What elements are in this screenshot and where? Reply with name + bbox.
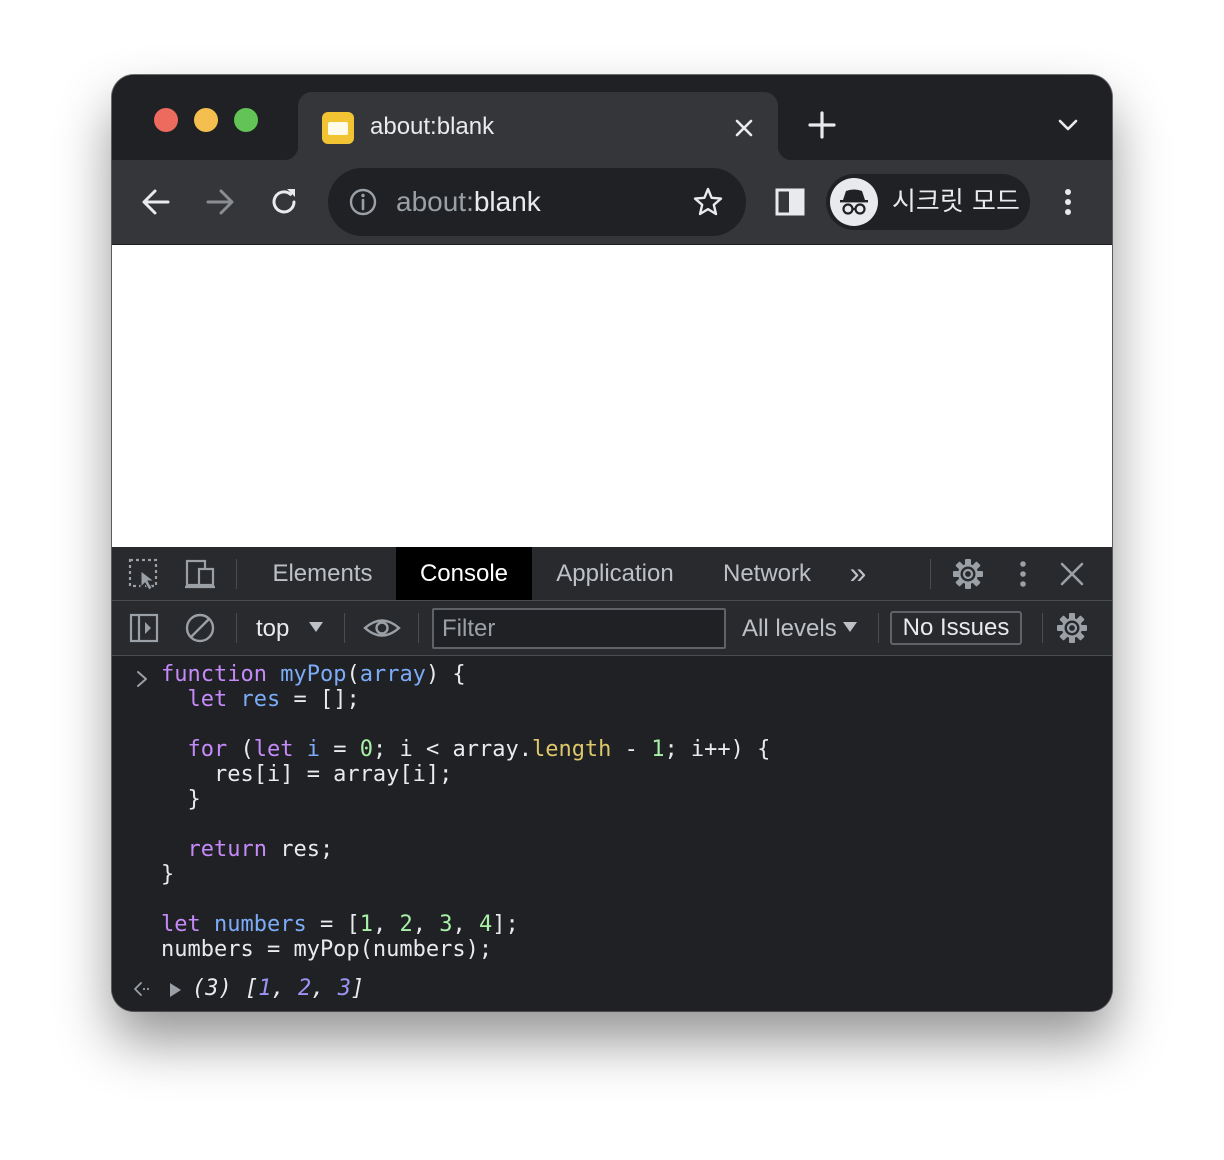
separator: [236, 613, 237, 643]
caret-down-icon: [309, 622, 323, 632]
log-levels-label: All levels: [742, 615, 837, 642]
separator: [878, 613, 879, 643]
close-icon[interactable]: [732, 116, 756, 140]
more-vert-icon[interactable]: [1050, 184, 1086, 220]
back-arrow-icon[interactable]: [138, 184, 174, 220]
filter-input[interactable]: [432, 608, 726, 649]
reload-icon[interactable]: [266, 184, 302, 220]
eye-icon[interactable]: [362, 611, 402, 645]
tab-title: about:blank: [370, 113, 495, 140]
code-line: return res;: [187, 837, 334, 862]
page-content: [112, 245, 1112, 547]
separator: [930, 559, 931, 589]
plus-icon[interactable]: [806, 109, 838, 141]
tab-console[interactable]: Console: [396, 547, 532, 600]
info-icon[interactable]: [348, 187, 378, 217]
separator: [344, 613, 345, 643]
address-text: about:blank: [396, 186, 541, 217]
incognito-icon: [830, 178, 878, 226]
close-icon[interactable]: [1055, 557, 1089, 591]
tab-application[interactable]: Application: [532, 547, 698, 600]
console-toolbar: top All levels No Issues: [112, 601, 1112, 656]
console-output[interactable]: function myPop(array) { let res = []; fo…: [112, 656, 1112, 1011]
separator: [236, 559, 237, 589]
console-result-row[interactable]: (3) [1, 2, 3]: [112, 974, 1112, 1006]
sidebar-toggle-icon[interactable]: [127, 611, 161, 645]
more-vert-icon[interactable]: [1006, 557, 1040, 591]
browser-toolbar: about:blank 시크릿 모드: [112, 160, 1112, 245]
code-line: function myPop(array) {: [161, 662, 466, 687]
clear-console-icon[interactable]: [183, 611, 217, 645]
address-bar[interactable]: about:blank: [328, 168, 746, 236]
expand-triangle-icon[interactable]: [168, 982, 182, 998]
favicon-icon: [322, 112, 354, 144]
tab-network[interactable]: Network: [702, 547, 832, 600]
prompt-chevron-icon: [137, 671, 147, 687]
code-line: res[i] = array[i];: [161, 762, 453, 787]
window-close-button[interactable]: [154, 108, 178, 132]
caret-down-icon: [843, 622, 857, 632]
code-line: let res = [];: [187, 687, 360, 712]
code-line: numbers = myPop(numbers);: [161, 937, 493, 962]
browser-window: about:blank about:blank 시크릿 모드 Elements …: [112, 75, 1112, 1011]
more-tabs-button[interactable]: »: [838, 547, 878, 600]
array-item: 3: [337, 976, 351, 1001]
forward-arrow-icon[interactable]: [202, 184, 238, 220]
devtools-panel: Elements Console Application Network » t…: [112, 547, 1112, 1011]
array-item: 1: [258, 976, 272, 1001]
code-line: let numbers = [1, 2, 3, 4];: [161, 912, 519, 937]
code-line: for (let i = 0; i < array.length - 1; i+…: [187, 737, 771, 762]
issues-button[interactable]: No Issues: [890, 611, 1022, 645]
result-arrow-icon: [134, 982, 150, 996]
star-icon[interactable]: [692, 186, 724, 218]
tab-about-blank[interactable]: about:blank: [284, 92, 792, 160]
array-length: (3) [: [192, 976, 259, 1001]
window-zoom-button[interactable]: [234, 108, 258, 132]
gear-icon[interactable]: [951, 557, 985, 591]
array-item: 2: [297, 976, 312, 1001]
chevron-down-icon[interactable]: [1056, 113, 1080, 137]
code-line: }: [161, 862, 175, 887]
incognito-profile-button[interactable]: 시크릿 모드: [826, 174, 1030, 230]
side-panel-icon[interactable]: [772, 184, 808, 220]
separator: [1042, 613, 1043, 643]
console-input-code: function myPop(array) { let res = []; fo…: [161, 662, 770, 962]
separator: [418, 613, 419, 643]
devtools-tab-bar: Elements Console Application Network »: [112, 547, 1112, 601]
incognito-label: 시크릿 모드: [892, 187, 1020, 217]
tab-elements[interactable]: Elements: [250, 547, 395, 600]
code-line: }: [161, 787, 201, 812]
console-result-value: (3) [1, 2, 3]: [192, 976, 365, 1001]
window-minimize-button[interactable]: [194, 108, 218, 132]
inspect-element-icon[interactable]: [127, 557, 161, 591]
tab-strip: about:blank: [112, 75, 1112, 160]
gear-icon[interactable]: [1055, 611, 1089, 645]
device-toolbar-icon[interactable]: [183, 557, 217, 591]
context-label: top: [256, 615, 290, 642]
